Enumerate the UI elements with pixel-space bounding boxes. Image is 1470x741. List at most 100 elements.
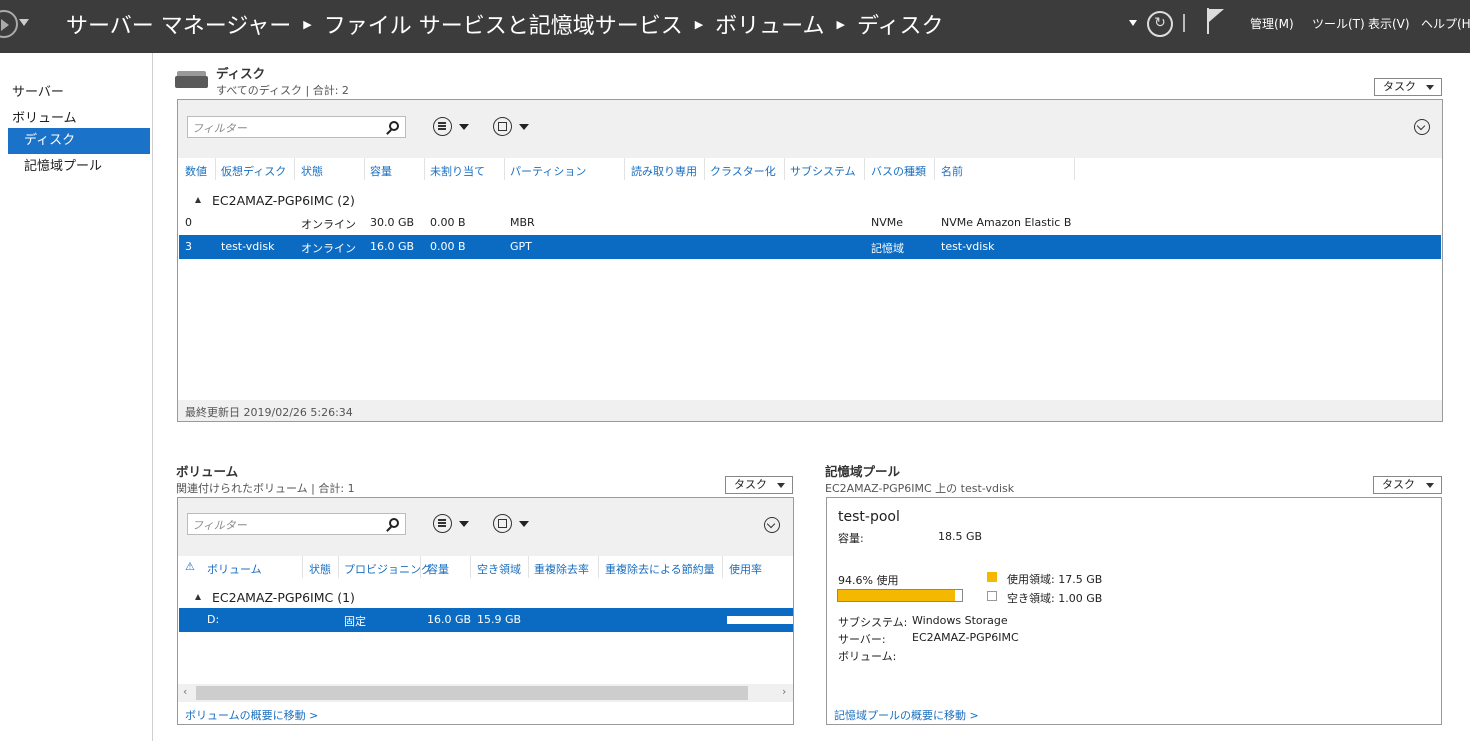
table-row-selected[interactable]: D: 固定 16.0 GB 15.9 GB: [179, 608, 793, 632]
breadcrumb-item-volumes[interactable]: ボリューム: [715, 8, 824, 40]
free-space-legend: 空き領域: 1.00 GB: [1007, 592, 1103, 605]
cell-capacity: 16.0 GB: [427, 613, 472, 626]
chevron-down-icon[interactable]: [519, 521, 529, 527]
volumes-filter-input[interactable]: フィルター: [187, 513, 406, 535]
col-header-capacity[interactable]: 容量: [427, 561, 449, 577]
pool-server-label: サーバー:: [838, 633, 886, 646]
col-header-clustered[interactable]: クラスター化: [710, 163, 776, 179]
pool-subsystem-label: サブシステム:: [838, 616, 908, 629]
disks-group-header[interactable]: EC2AMAZ-PGP6IMC (2): [212, 193, 355, 208]
pool-tasks-button[interactable]: タスク: [1373, 476, 1442, 494]
scroll-left-icon[interactable]: ‹: [183, 685, 187, 698]
column-divider: [470, 556, 471, 578]
search-icon[interactable]: [389, 518, 399, 528]
pool-capacity-bar-fill: [838, 590, 956, 601]
expand-collapse-icon[interactable]: [1414, 119, 1430, 135]
col-header-read-only[interactable]: 読み取り専用: [631, 163, 697, 179]
horizontal-scrollbar[interactable]: ‹ ›: [178, 684, 793, 702]
cell-number: 0: [185, 216, 192, 229]
list-options-icon[interactable]: [433, 117, 452, 136]
col-header-capacity[interactable]: 容量: [370, 163, 392, 179]
menu-tools[interactable]: ツール(T): [1312, 15, 1365, 32]
column-divider: [864, 158, 865, 180]
volumes-tasks-button[interactable]: タスク: [725, 476, 793, 494]
nav-item-storage-pools[interactable]: 記憶域プール: [8, 154, 150, 180]
column-divider: [294, 158, 295, 180]
disks-filter-placeholder: フィルター: [192, 122, 247, 135]
cell-bus-type: 記憶域: [871, 242, 904, 255]
chevron-down-icon[interactable]: [459, 124, 469, 130]
expand-collapse-icon[interactable]: [764, 517, 780, 533]
table-row-selected[interactable]: 3 test-vdisk オンライン 16.0 GB 0.00 B GPT 記憶…: [179, 235, 1441, 259]
pool-title: 記憶域プール: [825, 464, 901, 479]
col-header-dedup-rate[interactable]: 重複除去率: [534, 561, 589, 577]
pool-capacity-value: 18.5 GB: [938, 530, 983, 543]
menu-help[interactable]: ヘルプ(H): [1421, 15, 1470, 32]
col-header-dedup-savings[interactable]: 重複除去による節約量: [605, 561, 715, 577]
col-header-free-space[interactable]: 空き領域: [477, 561, 521, 577]
search-icon[interactable]: [389, 121, 399, 131]
menu-manage[interactable]: 管理(M): [1250, 15, 1294, 32]
chevron-down-icon: [777, 483, 785, 488]
cell-virtual-disk: test-vdisk: [221, 240, 275, 253]
nav-item-disks[interactable]: ディスク: [8, 128, 150, 154]
chevron-down-icon[interactable]: [519, 124, 529, 130]
breadcrumb-dropdown-icon[interactable]: [1129, 20, 1137, 26]
disks-toolbar: フィルター: [178, 100, 1442, 158]
nav-item-servers[interactable]: サーバー: [12, 81, 64, 100]
volumes-overview-link[interactable]: ボリュームの概要に移動 >: [185, 707, 318, 723]
col-header-number[interactable]: 数値: [185, 163, 207, 179]
col-header-partition[interactable]: パーティション: [510, 163, 586, 179]
pool-overview-link[interactable]: 記憶域プールの概要に移動 >: [834, 707, 979, 723]
volumes-group-header[interactable]: EC2AMAZ-PGP6IMC (1): [212, 590, 355, 605]
col-header-bus-type[interactable]: バスの種類: [871, 163, 926, 179]
pool-panel: test-pool: [826, 497, 1442, 725]
nav-history-dropdown-icon[interactable]: [19, 19, 29, 26]
scroll-right-icon[interactable]: ›: [782, 685, 786, 698]
breadcrumb-separator-icon: ▶: [694, 17, 704, 31]
column-divider: [338, 556, 339, 578]
table-row[interactable]: 0 オンライン 30.0 GB 0.00 B MBR NVMe NVMe Ama…: [178, 211, 1442, 235]
chevron-down-icon: [1426, 85, 1434, 90]
col-header-usage[interactable]: 使用率: [729, 561, 762, 577]
disk-icon: [175, 71, 208, 89]
save-query-icon[interactable]: [493, 117, 512, 136]
scrollbar-thumb[interactable]: [196, 686, 748, 700]
used-space-legend: 使用領域: 17.5 GB: [1007, 573, 1103, 586]
menu-view[interactable]: 表示(V): [1368, 15, 1410, 32]
col-header-provisioning[interactable]: プロビジョニング: [344, 561, 432, 577]
back-arrow-icon[interactable]: [0, 10, 18, 38]
chevron-down-icon: [1426, 483, 1434, 488]
save-query-icon[interactable]: [493, 514, 512, 533]
col-header-name[interactable]: 名前: [941, 163, 963, 179]
col-header-status[interactable]: 状態: [301, 163, 323, 179]
disks-last-updated: 最終更新日 2019/02/26 5:26:34: [178, 400, 1442, 421]
breadcrumb-separator-icon: ▶: [303, 17, 312, 31]
collapse-group-icon[interactable]: [195, 594, 201, 600]
list-options-icon[interactable]: [433, 514, 452, 533]
title-bar: サーバー マネージャー ▶ ファイル サービスと記憶域サービス ▶ ボリューム …: [0, 0, 1470, 53]
notifications-flag-icon[interactable]: [1205, 8, 1225, 34]
collapse-group-icon[interactable]: [195, 197, 201, 203]
disks-title: ディスク: [216, 66, 266, 81]
nav-item-volumes[interactable]: ボリューム: [12, 107, 77, 126]
column-divider: [528, 556, 529, 578]
breadcrumb-item-server-manager[interactable]: サーバー マネージャー: [66, 8, 291, 40]
refresh-icon[interactable]: ↻: [1147, 11, 1173, 37]
breadcrumb-item-file-services[interactable]: ファイル サービスと記憶域サービス: [324, 8, 683, 40]
col-header-unallocated[interactable]: 未割り当て: [430, 163, 485, 179]
col-header-subsystem[interactable]: サブシステム: [790, 163, 856, 179]
warning-sort-icon[interactable]: ⚠: [185, 560, 195, 573]
cell-provisioning: 固定: [344, 615, 366, 628]
col-header-virtual-disk[interactable]: 仮想ディスク: [221, 163, 286, 179]
column-divider: [420, 556, 421, 578]
cell-partition: GPT: [510, 240, 532, 253]
column-divider: [364, 158, 365, 180]
chevron-down-icon[interactable]: [459, 521, 469, 527]
col-header-status[interactable]: 状態: [309, 561, 331, 577]
disks-tasks-button[interactable]: タスク: [1374, 78, 1442, 96]
col-header-volume[interactable]: ボリューム: [207, 561, 262, 577]
column-divider: [598, 556, 599, 578]
pool-capacity-bar: [837, 589, 963, 602]
disks-filter-input[interactable]: フィルター: [187, 116, 406, 138]
